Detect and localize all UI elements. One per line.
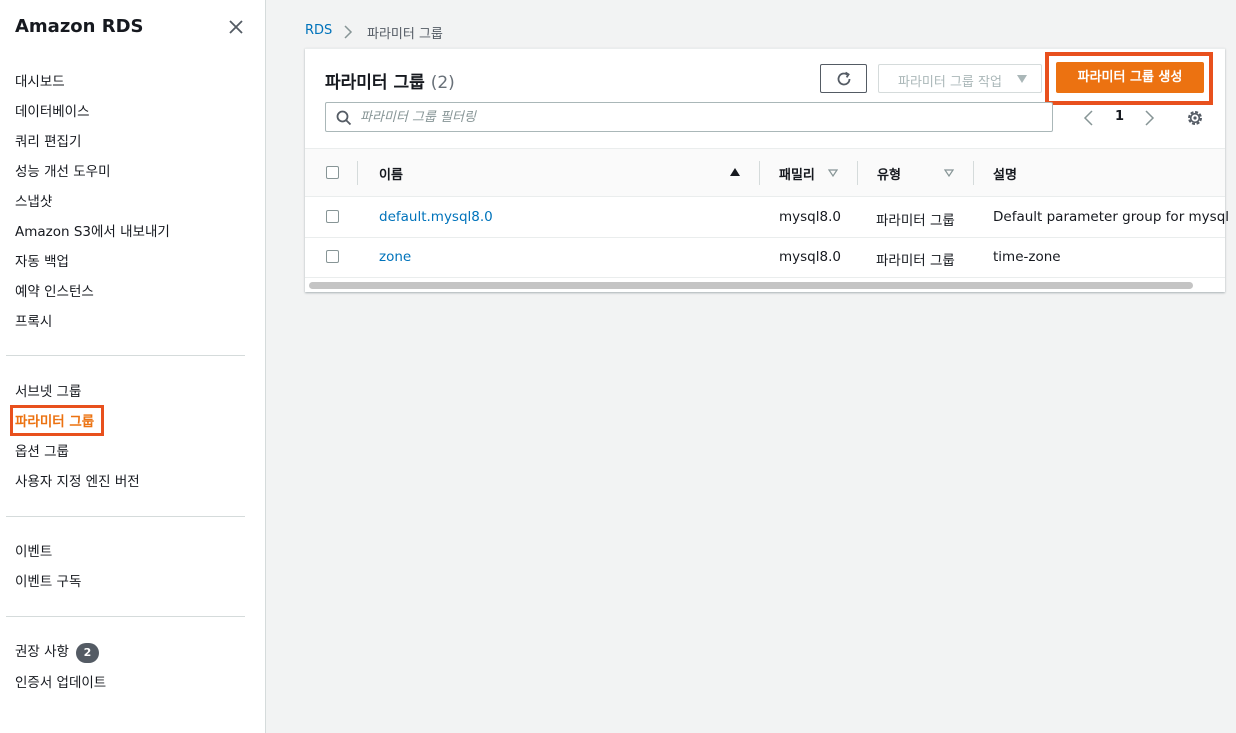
column-divider — [357, 161, 358, 185]
breadcrumb-rds[interactable]: RDS — [305, 23, 332, 38]
recommendations-count-badge: 2 — [76, 643, 99, 663]
table-row[interactable]: default.mysql8.0 mysql8.0 파라미터 그룹 Defaul… — [305, 198, 1228, 238]
sidebar-item-performance-insights[interactable]: 성능 개선 도우미 — [15, 163, 111, 181]
scrollbar-thumb[interactable] — [309, 282, 1193, 289]
sidebar-item-custom-engine-versions[interactable]: 사용자 지정 엔진 버전 — [15, 473, 140, 491]
sort-ascending-icon[interactable] — [730, 168, 740, 176]
chevron-right-icon — [344, 25, 353, 39]
sidebar-divider — [6, 516, 245, 517]
panel-title: 파라미터 그룹 (2) — [325, 68, 455, 93]
column-header-description: 설명 — [993, 168, 1017, 183]
type-cell: 파라미터 그룹 — [876, 213, 955, 229]
sidebar-item-certificate-update[interactable]: 인증서 업데이트 — [15, 674, 106, 692]
sidebar-divider — [6, 616, 245, 617]
column-header-family[interactable]: 패밀리 — [779, 164, 815, 183]
filter-input[interactable] — [360, 107, 1040, 127]
filter-box[interactable] — [325, 102, 1053, 132]
sidebar-item-proxies[interactable]: 프록시 — [15, 313, 52, 331]
sidebar-title: Amazon RDS — [15, 16, 144, 37]
parameter-groups-panel: 파라미터 그룹 (2) 파라미터 그룹 작업 파라미터 그룹 생성 1 이름 — [305, 48, 1228, 292]
chevron-left-icon[interactable] — [1082, 109, 1096, 127]
select-all-checkbox[interactable] — [326, 166, 339, 179]
table-row[interactable]: zone mysql8.0 파라미터 그룹 time-zone — [305, 238, 1225, 278]
type-cell: 파라미터 그룹 — [876, 253, 955, 269]
sort-icon[interactable] — [944, 169, 954, 177]
description-cell: time-zone — [993, 249, 1061, 265]
sidebar-item-query-editor[interactable]: 쿼리 편집기 — [15, 133, 81, 151]
sidebar-item-subnet-groups[interactable]: 서브넷 그룹 — [15, 383, 81, 401]
parameter-group-name-link[interactable]: default.mysql8.0 — [379, 209, 493, 225]
refresh-button[interactable] — [820, 64, 867, 93]
close-icon[interactable] — [226, 17, 246, 37]
page-number[interactable]: 1 — [1115, 109, 1124, 124]
sidebar-item-event-subscriptions[interactable]: 이벤트 구독 — [15, 573, 81, 591]
sidebar-item-automated-backups[interactable]: 자동 백업 — [15, 253, 69, 271]
gear-icon[interactable] — [1185, 108, 1205, 128]
chevron-right-icon[interactable] — [1142, 109, 1156, 127]
parameter-group-actions-dropdown[interactable]: 파라미터 그룹 작업 — [878, 64, 1042, 93]
sidebar-item-recommendations[interactable]: 권장 사항 — [15, 643, 69, 661]
sidebar-divider — [6, 355, 245, 356]
breadcrumb-current: 파라미터 그룹 — [367, 27, 443, 42]
column-divider — [759, 161, 760, 185]
refresh-icon — [837, 71, 851, 86]
description-cell: Default parameter group for mysql8.0 — [993, 209, 1228, 225]
column-divider — [973, 161, 974, 185]
actions-label: 파라미터 그룹 작업 — [898, 75, 1002, 90]
sidebar-item-snapshots[interactable]: 스냅샷 — [15, 193, 52, 211]
column-header-type[interactable]: 유형 — [877, 164, 901, 183]
column-divider — [857, 161, 858, 185]
caret-down-icon — [1017, 75, 1027, 83]
sidebar-item-events[interactable]: 이벤트 — [15, 543, 52, 561]
search-icon — [336, 110, 352, 126]
row-checkbox[interactable] — [326, 210, 339, 223]
family-cell: mysql8.0 — [779, 249, 841, 265]
create-parameter-group-button[interactable]: 파라미터 그룹 생성 — [1056, 62, 1204, 93]
sidebar-item-reserved-instances[interactable]: 예약 인스턴스 — [15, 283, 94, 301]
family-cell: mysql8.0 — [779, 209, 841, 225]
sidebar-item-databases[interactable]: 데이터베이스 — [15, 103, 90, 121]
sidebar-item-dashboard[interactable]: 대시보드 — [15, 73, 65, 91]
row-checkbox[interactable] — [326, 250, 339, 263]
parameter-group-name-link[interactable]: zone — [379, 249, 411, 265]
highlight-box-sidebar — [10, 405, 104, 436]
sidebar-item-option-groups[interactable]: 옵션 그룹 — [15, 443, 69, 461]
sort-icon[interactable] — [828, 169, 838, 177]
sidebar-item-exports-s3[interactable]: Amazon S3에서 내보내기 — [15, 223, 170, 241]
table-header: 이름 패밀리 유형 설명 — [305, 148, 1225, 197]
horizontal-scrollbar[interactable] — [305, 279, 1225, 291]
column-header-name[interactable]: 이름 — [379, 164, 403, 183]
sidebar: Amazon RDS 대시보드 데이터베이스 쿼리 편집기 성능 개선 도우미 … — [0, 0, 266, 733]
panel-count: (2) — [430, 73, 455, 93]
panel-title-text: 파라미터 그룹 — [325, 73, 425, 93]
